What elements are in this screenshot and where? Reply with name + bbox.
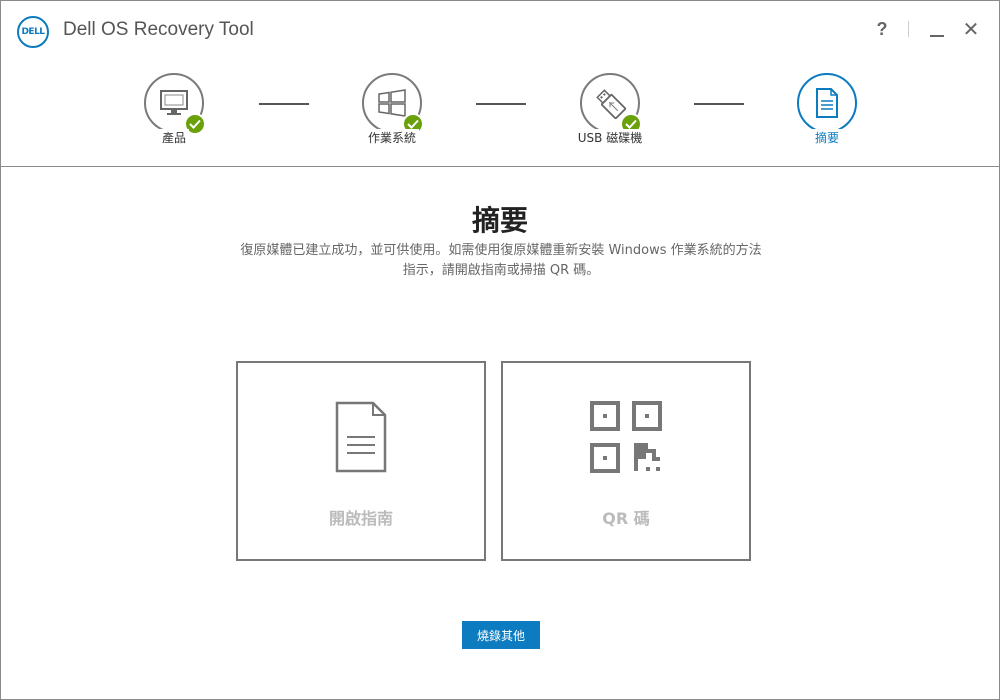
burn-another-button[interactable]: 燒錄其他: [462, 621, 540, 649]
open-guide-card[interactable]: 開啟指南: [236, 361, 486, 561]
monitor-icon: [160, 90, 188, 115]
step-label: 作業系統: [364, 129, 419, 146]
step-circle: [144, 73, 206, 135]
step-connector: [259, 103, 309, 105]
close-button[interactable]: ✕: [957, 15, 985, 43]
document-icon: [335, 401, 387, 473]
qr-code-label: QR 碼: [602, 509, 650, 528]
minimize-button[interactable]: [923, 15, 951, 43]
app-title: Dell OS Recovery Tool: [63, 19, 254, 40]
dell-logo-text: DELL: [21, 27, 45, 37]
description-line-2: 指示，請開啟指南或掃描 QR 碼。: [402, 263, 600, 278]
progress-stepper: 產品 作業系統 USB 磁碟機 摘要: [1, 61, 999, 167]
step-circle: [580, 73, 642, 135]
qr-code-card[interactable]: QR 碼: [501, 361, 751, 561]
step-label-active: 摘要: [811, 129, 842, 146]
description-line-1: 復原媒體已建立成功，並可供使用。如需使用復原媒體重新安裝 Windows 作業系…: [240, 243, 762, 258]
step-os: 作業系統: [332, 73, 452, 146]
step-connector: [476, 103, 526, 105]
windows-icon: [378, 89, 406, 117]
step-label: USB 磁碟機: [574, 129, 646, 146]
dell-logo: DELL: [17, 16, 49, 48]
help-button[interactable]: ?: [868, 15, 896, 43]
step-connector: [694, 103, 744, 105]
step-usb: USB 磁碟機: [550, 73, 670, 146]
step-product: 產品: [114, 73, 234, 146]
step-circle-active: [797, 73, 857, 133]
usb-drive-icon: [596, 89, 627, 120]
qr-code-icon: [590, 401, 662, 473]
app-window: DELL Dell OS Recovery Tool ? ✕ 產品 作業系統 U…: [0, 0, 1000, 700]
title-bar: DELL Dell OS Recovery Tool ? ✕: [1, 1, 999, 61]
open-guide-label: 開啟指南: [328, 509, 393, 528]
page-title: 摘要: [471, 204, 528, 237]
description: 復原媒體已建立成功，並可供使用。如需使用復原媒體重新安裝 Windows 作業系…: [201, 241, 801, 281]
document-icon: [816, 88, 838, 118]
step-summary: 摘要: [767, 73, 887, 146]
step-label: 產品: [158, 129, 189, 146]
step-circle: [362, 73, 424, 135]
title-separator: [908, 21, 909, 37]
